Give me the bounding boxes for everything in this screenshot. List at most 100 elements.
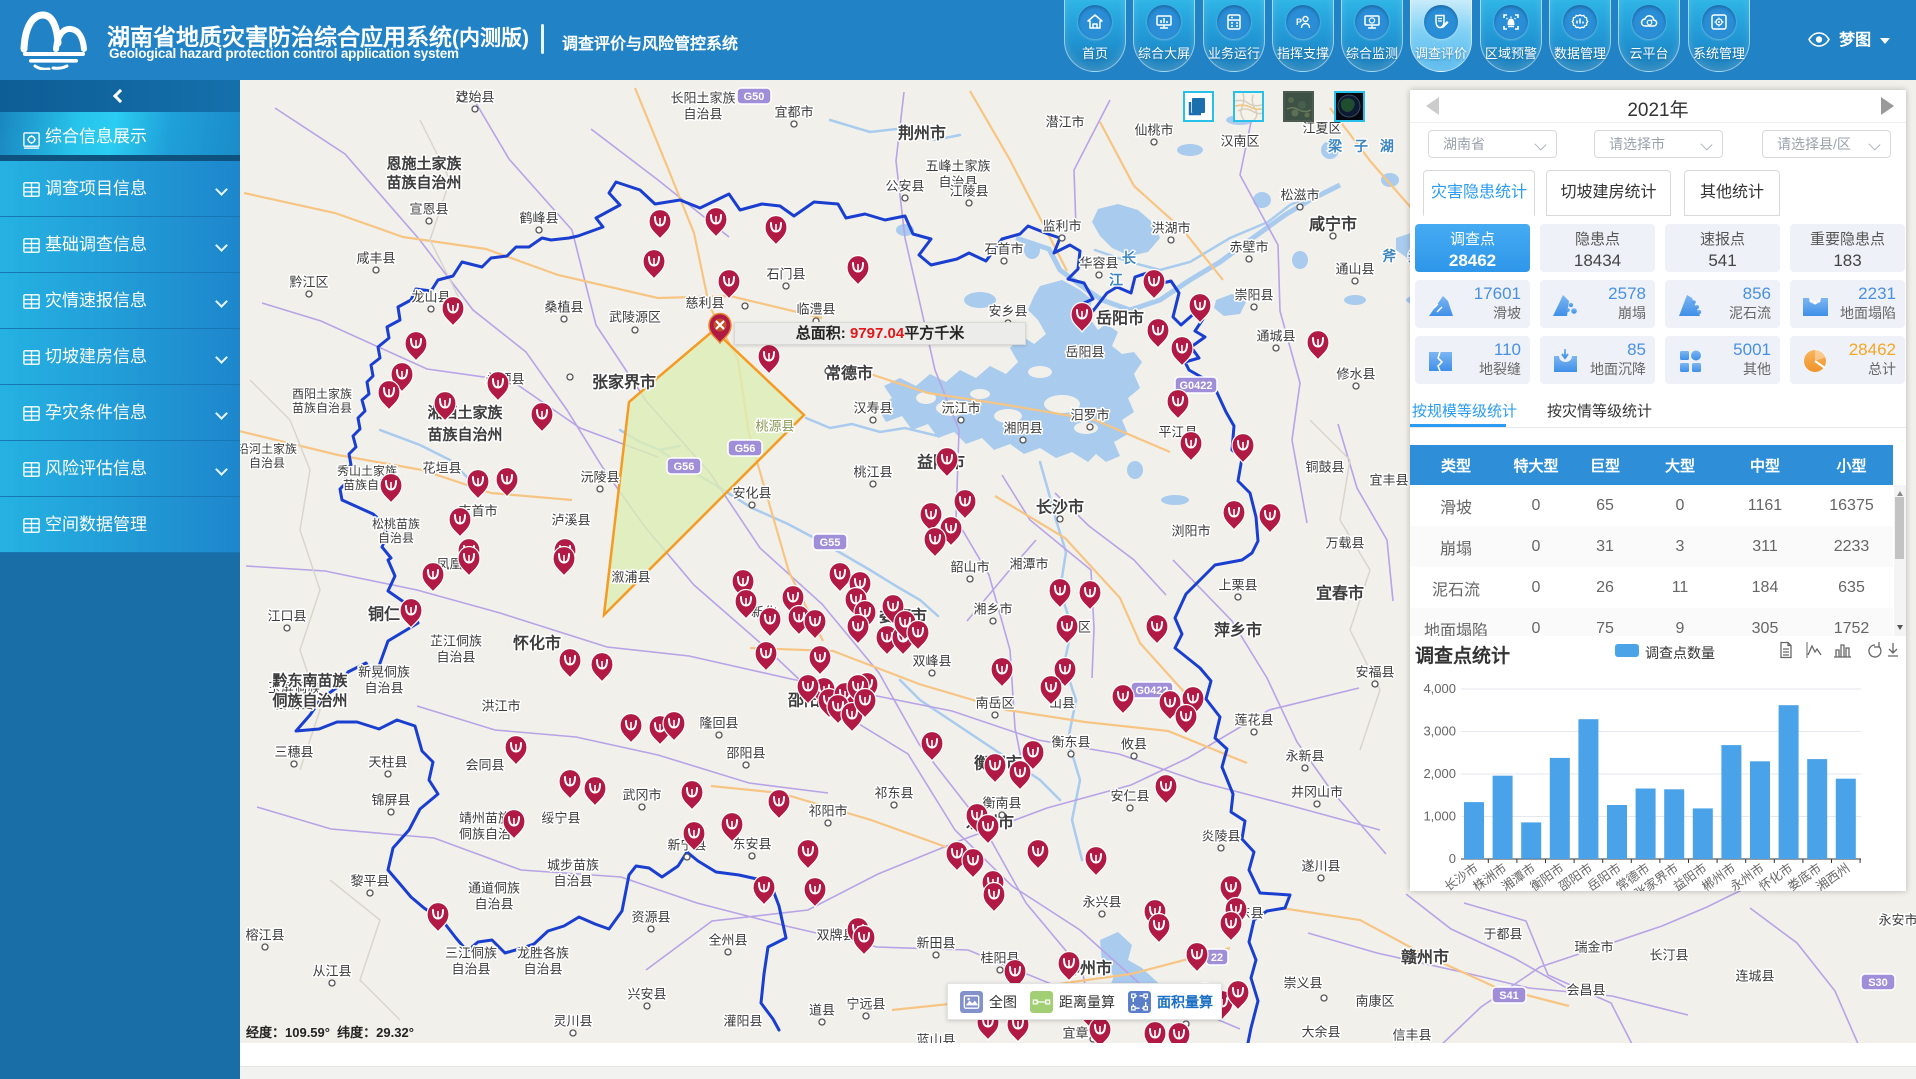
svg-text:衡南县: 衡南县 — [982, 796, 1021, 811]
svg-text:攸县: 攸县 — [1121, 737, 1147, 752]
svg-text:梁 子 湖: 梁 子 湖 — [1327, 138, 1398, 154]
svg-text:炎陵县: 炎陵县 — [1201, 829, 1240, 844]
svg-text:龙胜各族: 龙胜各族 — [517, 946, 569, 961]
svg-text:桑植县: 桑植县 — [544, 300, 583, 315]
svg-text:华容县: 华容县 — [1079, 256, 1118, 271]
svg-text:宣恩县: 宣恩县 — [409, 202, 448, 217]
svg-text:自治县: 自治县 — [451, 962, 490, 977]
svg-text:江陵县: 江陵县 — [949, 184, 988, 199]
svg-text:瑞金市: 瑞金市 — [1574, 940, 1613, 955]
svg-text:会昌县: 会昌县 — [1566, 983, 1605, 998]
svg-text:灵川县: 灵川县 — [553, 1014, 592, 1029]
svg-text:G55: G55 — [820, 537, 841, 549]
svg-text:东安县: 东安县 — [732, 837, 771, 852]
svg-text:资源县: 资源县 — [631, 910, 670, 925]
svg-text:22: 22 — [1211, 952, 1223, 964]
svg-text:绥宁县: 绥宁县 — [541, 811, 580, 826]
svg-text:三江侗族: 三江侗族 — [445, 946, 497, 961]
svg-text:浏阳市: 浏阳市 — [1171, 524, 1210, 539]
svg-text:万载县: 万载县 — [1325, 536, 1364, 551]
svg-text:铜鼓县: 铜鼓县 — [1305, 460, 1344, 475]
svg-text:永安市: 永安市 — [1878, 913, 1916, 928]
svg-text:黔江区: 黔江区 — [289, 275, 328, 290]
svg-text:衡东县: 衡东县 — [1051, 735, 1090, 750]
svg-text:常德市: 常德市 — [825, 364, 873, 383]
svg-text:1,000: 1,000 — [1423, 809, 1456, 824]
svg-text:苗族自治县: 苗族自治县 — [292, 401, 352, 415]
svg-text:溆浦县: 溆浦县 — [611, 570, 650, 585]
svg-text:修水县: 修水县 — [1336, 367, 1375, 382]
svg-text:潜江市: 潜江市 — [1045, 115, 1084, 130]
svg-text:洪湖市: 洪湖市 — [1151, 221, 1190, 236]
svg-text:连城县: 连城县 — [1735, 969, 1774, 984]
svg-text:江口县: 江口县 — [267, 609, 306, 624]
svg-text:新田县: 新田县 — [916, 936, 955, 951]
svg-text:0: 0 — [1449, 851, 1456, 866]
svg-text:崇阳县: 崇阳县 — [1234, 288, 1273, 303]
svg-text:S41: S41 — [1499, 990, 1519, 1002]
svg-text:张家界市: 张家界市 — [592, 373, 656, 392]
svg-text:双峰县: 双峰县 — [912, 654, 951, 669]
svg-text:长沙市: 长沙市 — [1036, 498, 1084, 517]
svg-text:遂川县: 遂川县 — [1301, 859, 1340, 874]
svg-text:自治县: 自治县 — [378, 531, 414, 545]
svg-text:宜春市: 宜春市 — [1316, 584, 1364, 603]
svg-text:城步苗族: 城步苗族 — [547, 858, 599, 873]
svg-text:P: P — [1296, 17, 1302, 27]
svg-text:怀化市: 怀化市 — [513, 634, 561, 653]
svg-text:黎平县: 黎平县 — [350, 874, 389, 889]
svg-text:永兴县: 永兴县 — [1082, 895, 1121, 910]
svg-text:3,000: 3,000 — [1423, 724, 1456, 739]
svg-text:天柱县: 天柱县 — [368, 755, 407, 770]
svg-text:桃江县: 桃江县 — [853, 465, 892, 480]
svg-text:新晃侗族: 新晃侗族 — [358, 665, 410, 680]
svg-text:监利市: 监利市 — [1042, 219, 1081, 234]
svg-text:兴安县: 兴安县 — [627, 987, 666, 1002]
svg-text:莲花县: 莲花县 — [1234, 713, 1273, 728]
svg-text:通山县: 通山县 — [1335, 262, 1374, 277]
svg-text:沿河土家族: 沿河土家族 — [240, 441, 297, 456]
svg-text:湘阴县: 湘阴县 — [1003, 421, 1042, 436]
svg-text:崇义县: 崇义县 — [1283, 976, 1322, 991]
svg-text:江: 江 — [1109, 272, 1127, 288]
svg-text:石门县: 石门县 — [766, 267, 805, 282]
svg-text:2,000: 2,000 — [1423, 766, 1456, 781]
svg-text:黔东南苗族: 黔东南苗族 — [272, 671, 348, 689]
svg-text:南岳区: 南岳区 — [975, 696, 1014, 711]
svg-text:榕江县: 榕江县 — [245, 928, 284, 943]
svg-text:石首市: 石首市 — [984, 242, 1023, 257]
svg-text:隆回县: 隆回县 — [699, 716, 738, 731]
svg-text:G56: G56 — [735, 443, 756, 455]
svg-text:锦屏县: 锦屏县 — [371, 793, 410, 808]
svg-text:武冈市: 武冈市 — [622, 788, 661, 803]
svg-text:灌阳县: 灌阳县 — [723, 1014, 762, 1029]
svg-text:大余县: 大余县 — [1301, 1025, 1340, 1040]
svg-text:上栗县: 上栗县 — [1218, 578, 1257, 593]
svg-text:鹤峰县: 鹤峰县 — [519, 211, 558, 226]
svg-text:酉阳土家族: 酉阳土家族 — [292, 386, 352, 401]
svg-text:荆州市: 荆州市 — [898, 124, 946, 143]
svg-text:邵阳县: 邵阳县 — [726, 746, 765, 761]
svg-text:自治县: 自治县 — [364, 681, 403, 696]
svg-text:沅江市: 沅江市 — [941, 401, 980, 416]
svg-text:道县: 道县 — [809, 1003, 835, 1018]
svg-text:松滋市: 松滋市 — [1280, 188, 1319, 203]
svg-text:侗族自治: 侗族自治 — [459, 827, 511, 842]
svg-text:长阳土家族: 长阳土家族 — [670, 91, 735, 106]
svg-text:泸溪县: 泸溪县 — [551, 513, 590, 528]
svg-text:苗族自治州: 苗族自治州 — [427, 425, 502, 443]
svg-text:通道侗族: 通道侗族 — [468, 881, 520, 896]
svg-text:慈利县: 慈利县 — [685, 296, 724, 311]
svg-text:恩施土家族: 恩施土家族 — [386, 154, 462, 172]
svg-text:湘乡市: 湘乡市 — [973, 602, 1012, 617]
svg-text:从江县: 从江县 — [312, 964, 351, 979]
svg-text:安仁县: 安仁县 — [1110, 789, 1149, 804]
svg-text:咸宁市: 咸宁市 — [1309, 215, 1357, 234]
svg-text:安化县: 安化县 — [732, 486, 771, 501]
svg-text:赣州市: 赣州市 — [1401, 948, 1449, 967]
svg-text:萍乡市: 萍乡市 — [1214, 621, 1262, 640]
svg-text:永新县: 永新县 — [1285, 749, 1324, 764]
svg-text:宜丰县: 宜丰县 — [1369, 473, 1408, 488]
svg-text:南康区: 南康区 — [1355, 994, 1394, 1009]
svg-text:G56: G56 — [674, 461, 695, 473]
